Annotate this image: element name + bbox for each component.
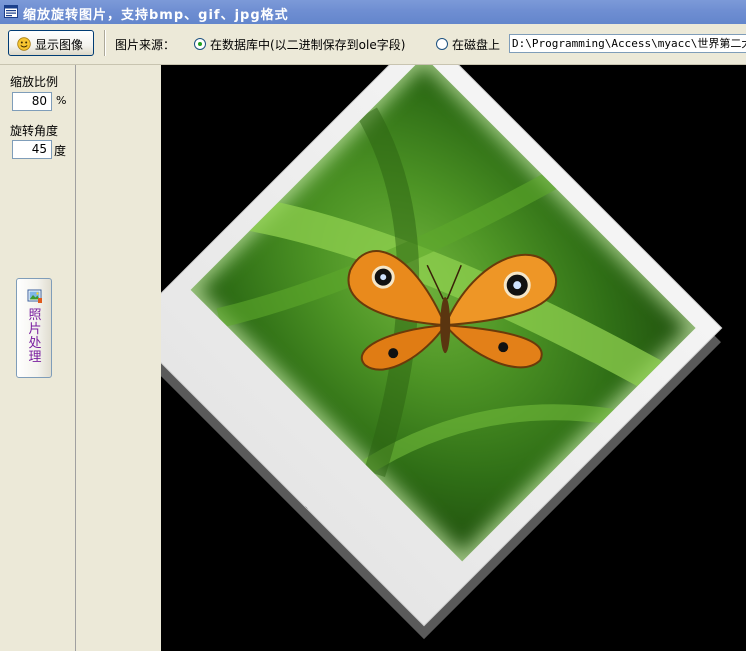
smiley-image-icon xyxy=(17,37,31,51)
radio-disk[interactable] xyxy=(436,38,448,50)
photo-edit-icon xyxy=(27,289,42,303)
image-canvas xyxy=(161,65,746,651)
rotate-label: 旋转角度 xyxy=(10,124,59,138)
photo-process-label: 照片处理 xyxy=(28,308,42,365)
rotated-photo-frame xyxy=(161,65,721,625)
left-control-panel: 缩放比例 80 % 旋转角度 45 度 照片处理 xyxy=(0,65,76,651)
source-label: 图片来源： xyxy=(115,38,176,52)
toolbar-separator xyxy=(104,30,106,56)
title-bar: 缩放旋转图片，支持bmp、gif、jpg格式 xyxy=(0,0,746,24)
photo-process-button[interactable]: 照片处理 xyxy=(16,278,52,378)
radio-disk-label[interactable]: 在磁盘上 xyxy=(452,36,500,53)
scale-input[interactable]: 80 xyxy=(12,92,52,111)
scale-unit: % xyxy=(56,94,67,107)
radio-database-label[interactable]: 在数据库中(以二进制保存到ole字段) xyxy=(210,36,405,53)
show-image-label: 显示图像 xyxy=(35,38,84,52)
rotate-unit: 度 xyxy=(54,144,67,158)
butterfly-image xyxy=(216,107,673,477)
butterfly-photo xyxy=(190,65,696,562)
toolbar: 显示图像 图片来源： 在数据库中(以二进制保存到ole字段) 在磁盘上 D:\P… xyxy=(0,24,746,65)
radio-selected-dot xyxy=(198,42,202,46)
radio-database[interactable] xyxy=(194,38,206,50)
form-window-icon xyxy=(4,5,18,18)
window-title: 缩放旋转图片，支持bmp、gif、jpg格式 xyxy=(23,8,289,23)
canvas-margin xyxy=(76,65,161,651)
scale-label: 缩放比例 xyxy=(10,75,59,89)
show-image-button[interactable]: 显示图像 xyxy=(8,30,94,56)
file-path-input[interactable]: D:\Programming\Access\myacc\世界第二大衬 xyxy=(509,34,746,53)
rotate-input[interactable]: 45 xyxy=(12,140,52,159)
